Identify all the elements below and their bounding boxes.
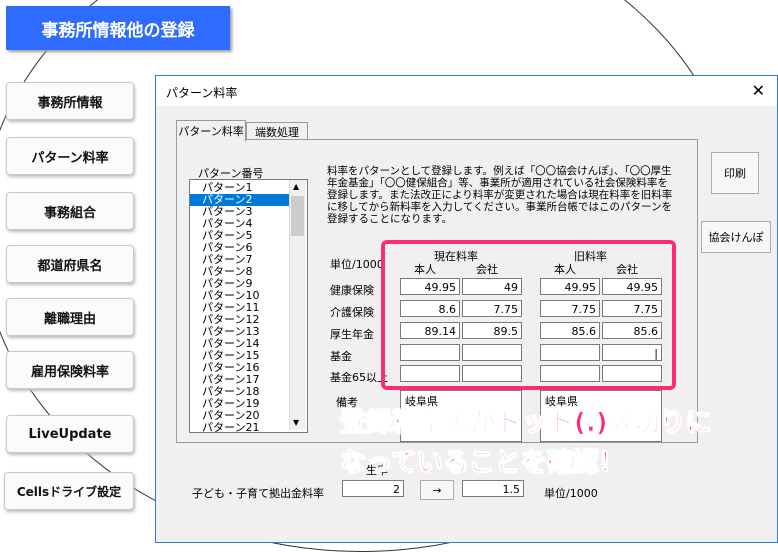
menu-button-employment-insurance-rate[interactable]: 雇用保険料率: [6, 351, 134, 389]
scroll-down-icon[interactable]: ▼: [293, 418, 299, 427]
row-label-pension: 厚生年金: [330, 328, 374, 341]
annotation-line-2: なっていることを確認！: [340, 448, 626, 479]
description-text: 料率をパターンとして登録します。例えば「〇〇協会けんぽ」、「〇〇厚生年金基金」「…: [327, 165, 673, 225]
list-scrollbar[interactable]: ▲ ▼: [289, 180, 306, 430]
row-label-fund: 基金: [330, 350, 352, 363]
child-rate-label: 子ども・子育て拠出金料率: [192, 487, 324, 500]
dialog-title: パターン料率: [166, 86, 238, 100]
scroll-thumb[interactable]: [291, 196, 304, 236]
menu-button-prefecture[interactable]: 都道府県名: [6, 245, 134, 283]
menu-button-office-info[interactable]: 事務所情報: [6, 82, 134, 120]
unit-label: 単位/1000: [330, 258, 384, 271]
menu-button-separation-reason[interactable]: 離職理由: [6, 298, 134, 336]
page-title: 事務所情報他の登録: [6, 6, 230, 50]
child-rate-old[interactable]: 1.5: [462, 480, 524, 497]
highlight-frame: [381, 240, 676, 390]
list-item[interactable]: パターン21: [202, 422, 292, 433]
annotation-line-1: 登録料率内がドット(.)区切りに: [340, 408, 713, 439]
scroll-up-icon[interactable]: ▲: [293, 182, 299, 191]
kyokai-kenpo-button[interactable]: 協会けんぽ: [701, 221, 771, 253]
close-icon[interactable]: ✕: [752, 81, 765, 100]
menu-button-pattern-rate[interactable]: パターン料率: [6, 137, 134, 175]
row-label-health: 健康保険: [330, 284, 374, 297]
tab-pattern-rate[interactable]: パターン料率: [176, 120, 246, 142]
child-rate-unit: 単位/1000: [544, 487, 598, 500]
copy-arrow-button[interactable]: →: [420, 480, 454, 500]
child-rate-current[interactable]: 2: [342, 480, 404, 497]
menu-button-liveupdate[interactable]: LiveUpdate: [6, 415, 134, 453]
menu-button-cells-drive[interactable]: Cellsドライブ設定: [4, 472, 134, 510]
print-button[interactable]: 印刷: [711, 152, 759, 194]
menu-button-office-union[interactable]: 事務組合: [6, 192, 134, 230]
dialog-titlebar: パターン料率 ✕: [156, 76, 777, 106]
row-label-fund65: 基金65以上: [330, 371, 388, 384]
row-label-care: 介護保険: [330, 306, 374, 319]
